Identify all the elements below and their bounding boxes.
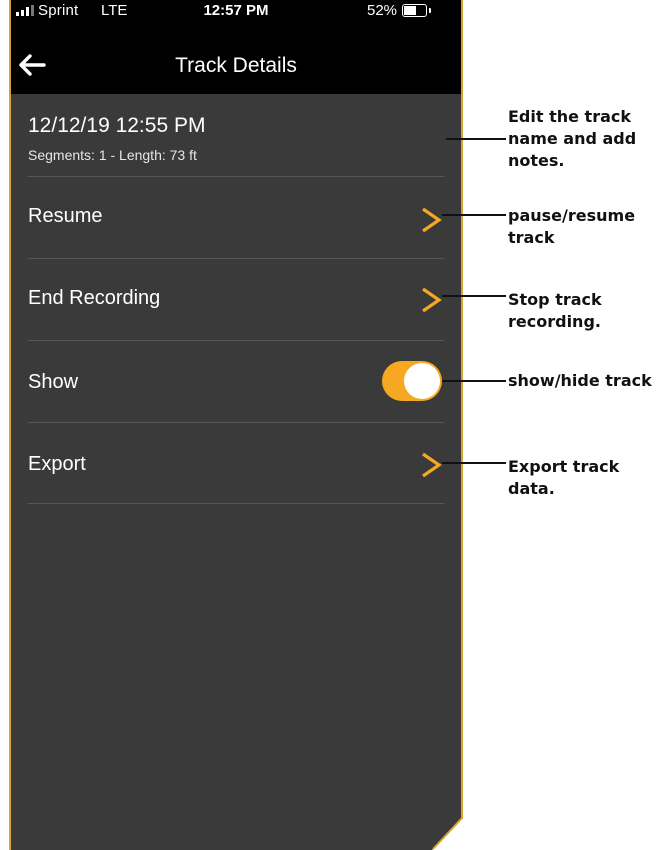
screenshot-stage: Sprint LTE 12:57 PM 52% Track Details 12… — [0, 0, 668, 850]
show-label: Show — [28, 371, 79, 393]
annotation-leader — [442, 380, 506, 382]
annotation-resume: pause/resume track — [508, 206, 636, 247]
navigation-bar: Track Details — [10, 22, 462, 94]
page-title: Track Details — [175, 54, 297, 77]
end-recording-chevron-icon[interactable] — [420, 287, 442, 313]
resume-row[interactable]: Resume — [10, 177, 462, 257]
annotation-leader — [442, 214, 506, 216]
export-label: Export — [28, 453, 86, 475]
end-recording-label: End Recording — [28, 287, 161, 309]
annotation-leader — [442, 462, 506, 464]
show-toggle[interactable] — [382, 361, 442, 401]
track-name[interactable]: 12/12/19 12:55 PM — [28, 114, 205, 138]
track-header[interactable]: 12/12/19 12:55 PM Segments: 1 - Length: … — [28, 114, 205, 163]
toggle-knob — [404, 363, 440, 399]
track-meta: Segments: 1 - Length: 73 ft — [28, 147, 197, 163]
export-chevron-icon[interactable] — [420, 452, 442, 478]
phone-screen: Sprint LTE 12:57 PM 52% Track Details 12… — [10, 0, 462, 850]
battery-percent: 52% — [367, 2, 398, 19]
divider — [28, 503, 444, 504]
annotation-leader — [446, 138, 506, 140]
end-recording-row[interactable]: End Recording — [10, 259, 462, 339]
resume-label: Resume — [28, 205, 103, 227]
annotation-leader — [442, 295, 506, 297]
annotation-show: show/hide track — [508, 371, 652, 390]
annotation-export: Export track data. — [508, 457, 620, 498]
annotation-end: Stop track recording. — [508, 290, 602, 331]
battery-icon — [402, 4, 431, 17]
resume-chevron-icon[interactable] — [420, 207, 442, 233]
status-bar: Sprint LTE 12:57 PM 52% — [10, 0, 462, 22]
annotation-edit: Edit the track name and add notes. — [508, 107, 637, 170]
export-row[interactable]: Export — [10, 423, 462, 503]
